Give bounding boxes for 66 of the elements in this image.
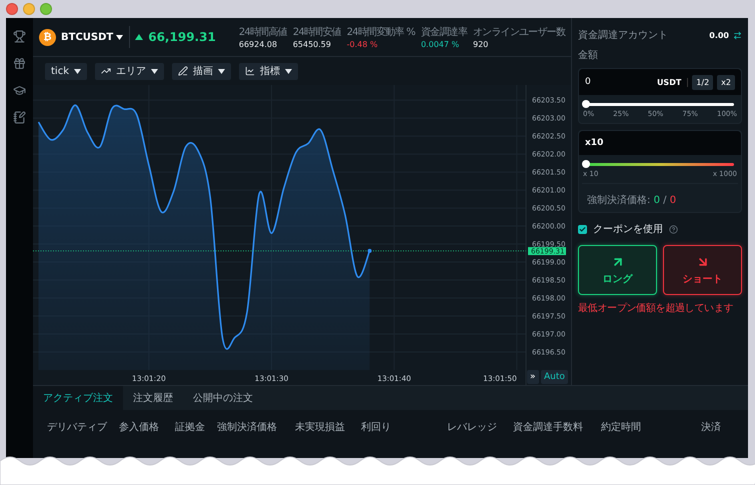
stat-label: 24時間安値 [292, 26, 341, 39]
coupon-checkbox[interactable] [578, 224, 587, 234]
caret-icon [116, 34, 124, 40]
trophy-icon[interactable] [13, 30, 26, 43]
toolbar-dropdown[interactable]: 指標 [239, 62, 298, 80]
column-header: 約定時間 [601, 420, 642, 434]
column-header: 利回り [361, 420, 392, 434]
orders-tab[interactable]: アクティブ注文 [33, 386, 123, 410]
short-button[interactable]: ショート [663, 245, 742, 295]
stat-label: 資金調達率 [420, 26, 467, 39]
amount-preset-button[interactable]: 1/2 [692, 74, 714, 90]
bitcoin-logo: ₿ [39, 28, 56, 46]
toolbar-dropdown[interactable]: エリア [95, 62, 164, 80]
column-header: 参入価格 [119, 420, 160, 434]
stat-value: 920 [472, 40, 490, 49]
toolbar-dropdown[interactable]: tick [45, 62, 87, 80]
column-header: 証拠金 [175, 420, 206, 434]
liquidation-price: 強制決済価格: 0 / 0 [587, 195, 676, 206]
toolbar-dropdown[interactable]: 描画 [172, 62, 231, 80]
notebook-icon[interactable] [13, 111, 26, 124]
caret-icon [285, 68, 292, 74]
orders-tab[interactable]: 公開中の注文 [183, 386, 263, 410]
stat-label: 24時間変動率 % [346, 26, 415, 39]
stat-label: オンラインユーザー数 [472, 26, 565, 39]
up-arrow-icon [135, 34, 144, 40]
gift-icon[interactable] [13, 57, 26, 70]
caret-icon [74, 68, 81, 74]
coupon-label: クーポンを使用 [593, 223, 663, 236]
orders-tab[interactable]: 注文履歴 [123, 386, 183, 410]
error-message: 最低オープン価額を超過しています [578, 302, 734, 315]
auto-scale-button[interactable]: Auto [541, 370, 568, 384]
scroll-latest-button[interactable]: » [527, 370, 539, 384]
chart-icon [245, 66, 255, 76]
zoom-dot[interactable] [40, 3, 52, 15]
amount-label: 金額 [578, 48, 599, 62]
column-header: 資金調達手数料 [513, 420, 584, 434]
long-button[interactable]: ロング [578, 245, 657, 295]
stat-value: 66924.08 [238, 40, 278, 49]
stat-label: 24時間高値 [238, 26, 287, 39]
stat-value: 0.0047 % [420, 40, 460, 49]
pair-selector[interactable]: BTCUSDT [61, 26, 130, 48]
last-price: 66,199.31 [148, 30, 216, 44]
account-label: 資金調達アカウント [578, 28, 668, 42]
slider-thumb[interactable] [582, 160, 590, 168]
leverage-field[interactable]: x10 [579, 131, 741, 155]
graduation-cap-icon[interactable] [13, 84, 26, 97]
amount-field[interactable]: 0 USDT 1/2 x2 [579, 69, 741, 95]
column-header: 決済 [701, 420, 722, 434]
stat-value: -0.48 % [346, 40, 379, 49]
column-header: デリバティブ [47, 420, 108, 434]
transfer-icon[interactable] [733, 30, 742, 40]
account-balance: 0.00 [709, 30, 729, 40]
slider-thumb[interactable] [582, 100, 590, 108]
column-header: 強制決済価格 [217, 420, 278, 434]
close-dot[interactable] [6, 3, 18, 15]
line-chart-icon [101, 66, 111, 76]
column-header: 未実現損益 [295, 420, 346, 434]
stat-value: 65450.59 [292, 40, 332, 49]
currency-unit: USDT [656, 78, 688, 86]
column-header: レバレッジ [447, 421, 498, 434]
caret-icon [151, 68, 158, 74]
caret-icon [218, 68, 225, 74]
pen-icon [178, 66, 188, 76]
amount-preset-button[interactable]: x2 [717, 74, 735, 90]
minimize-dot[interactable] [23, 3, 35, 15]
help-icon[interactable] [669, 224, 678, 234]
